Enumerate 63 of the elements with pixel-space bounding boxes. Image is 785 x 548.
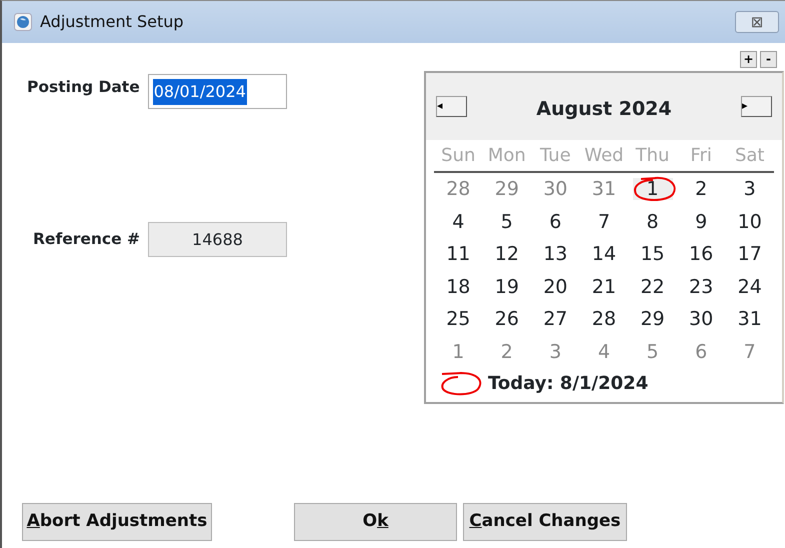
zoom-in-button[interactable]: +: [740, 51, 757, 68]
calendar-day[interactable]: 15: [628, 238, 677, 270]
calendar-day[interactable]: 17: [725, 238, 774, 270]
calendar-day[interactable]: 23: [676, 270, 726, 303]
calendar-day[interactable]: 1: [434, 336, 483, 368]
calendar-day[interactable]: 12: [482, 238, 532, 270]
weekday-label: Wed: [583, 144, 625, 168]
calendar-day[interactable]: 8: [628, 206, 677, 238]
calendar-day[interactable]: 6: [531, 206, 580, 238]
posting-date-label: Posting Date: [27, 76, 140, 98]
weekday-label: Sun: [440, 144, 476, 168]
calendar-day[interactable]: 4: [434, 206, 483, 238]
calendar-day[interactable]: 22: [628, 270, 677, 303]
calendar-day[interactable]: 2: [676, 173, 726, 206]
calendar-day[interactable]: 27: [531, 303, 580, 336]
calendar-day[interactable]: 30: [531, 173, 580, 206]
calendar-day[interactable]: 28: [434, 173, 483, 206]
calendar-day[interactable]: 29: [482, 173, 532, 206]
calendar-day[interactable]: 30: [676, 303, 726, 336]
window-title: Adjustment Setup: [40, 11, 184, 33]
calendar-day[interactable]: 5: [482, 206, 532, 238]
weekday-label: Thu: [634, 144, 670, 168]
calendar-day[interactable]: 29: [628, 303, 677, 336]
calendar-day[interactable]: 7: [580, 206, 628, 238]
calendar-day[interactable]: 11: [434, 238, 483, 270]
weekday-label: Sat: [734, 144, 766, 168]
calendar-day[interactable]: 3: [531, 336, 580, 368]
calendar-day[interactable]: 19: [482, 270, 532, 303]
calendar-day[interactable]: 2: [482, 336, 532, 368]
weekday-label: Mon: [486, 144, 527, 168]
calendar-day[interactable]: 5: [628, 336, 677, 368]
close-button[interactable]: ⊠: [735, 11, 779, 33]
previous-month-button[interactable]: ◂: [436, 96, 467, 117]
calendar-day[interactable]: 31: [580, 173, 628, 206]
calendar-day[interactable]: 4: [580, 336, 628, 368]
weekday-label: Tue: [539, 144, 572, 168]
calendar-day[interactable]: 26: [482, 303, 532, 336]
next-month-button[interactable]: ▸: [741, 96, 772, 117]
posting-date-field[interactable]: 08/01/2024: [148, 74, 287, 109]
reference-label: Reference #: [33, 228, 140, 250]
weekday-label: Fri: [689, 144, 713, 168]
zoom-out-button[interactable]: -: [760, 51, 777, 68]
calendar-day[interactable]: 25: [434, 303, 483, 336]
calendar-day[interactable]: 16: [676, 238, 726, 270]
calendar-day[interactable]: 14: [580, 238, 628, 270]
calendar-day[interactable]: 31: [725, 303, 774, 336]
calendar-day[interactable]: 10: [725, 206, 774, 238]
calendar-day[interactable]: 3: [725, 173, 774, 206]
calendar-day[interactable]: 6: [676, 336, 726, 368]
calendar-day[interactable]: 20: [531, 270, 580, 303]
month-title: August 2024: [536, 97, 672, 122]
calendar-day[interactable]: 7: [725, 336, 774, 368]
app-icon: [14, 13, 32, 31]
calendar-day[interactable]: 18: [434, 270, 483, 303]
calendar-day[interactable]: 13: [531, 238, 580, 270]
calendar-day[interactable]: 21: [580, 270, 628, 303]
calendar-day[interactable]: 28: [580, 303, 628, 336]
abort-button[interactable]: Abort Adjustments: [22, 503, 212, 541]
calendar-day[interactable]: 24: [725, 270, 774, 303]
ok-button[interactable]: Ok: [294, 503, 457, 541]
calendar-day[interactable]: 9: [676, 206, 726, 238]
today-link[interactable]: Today: 8/1/2024: [488, 370, 648, 397]
cancel-button[interactable]: Cancel Changes: [463, 503, 627, 541]
